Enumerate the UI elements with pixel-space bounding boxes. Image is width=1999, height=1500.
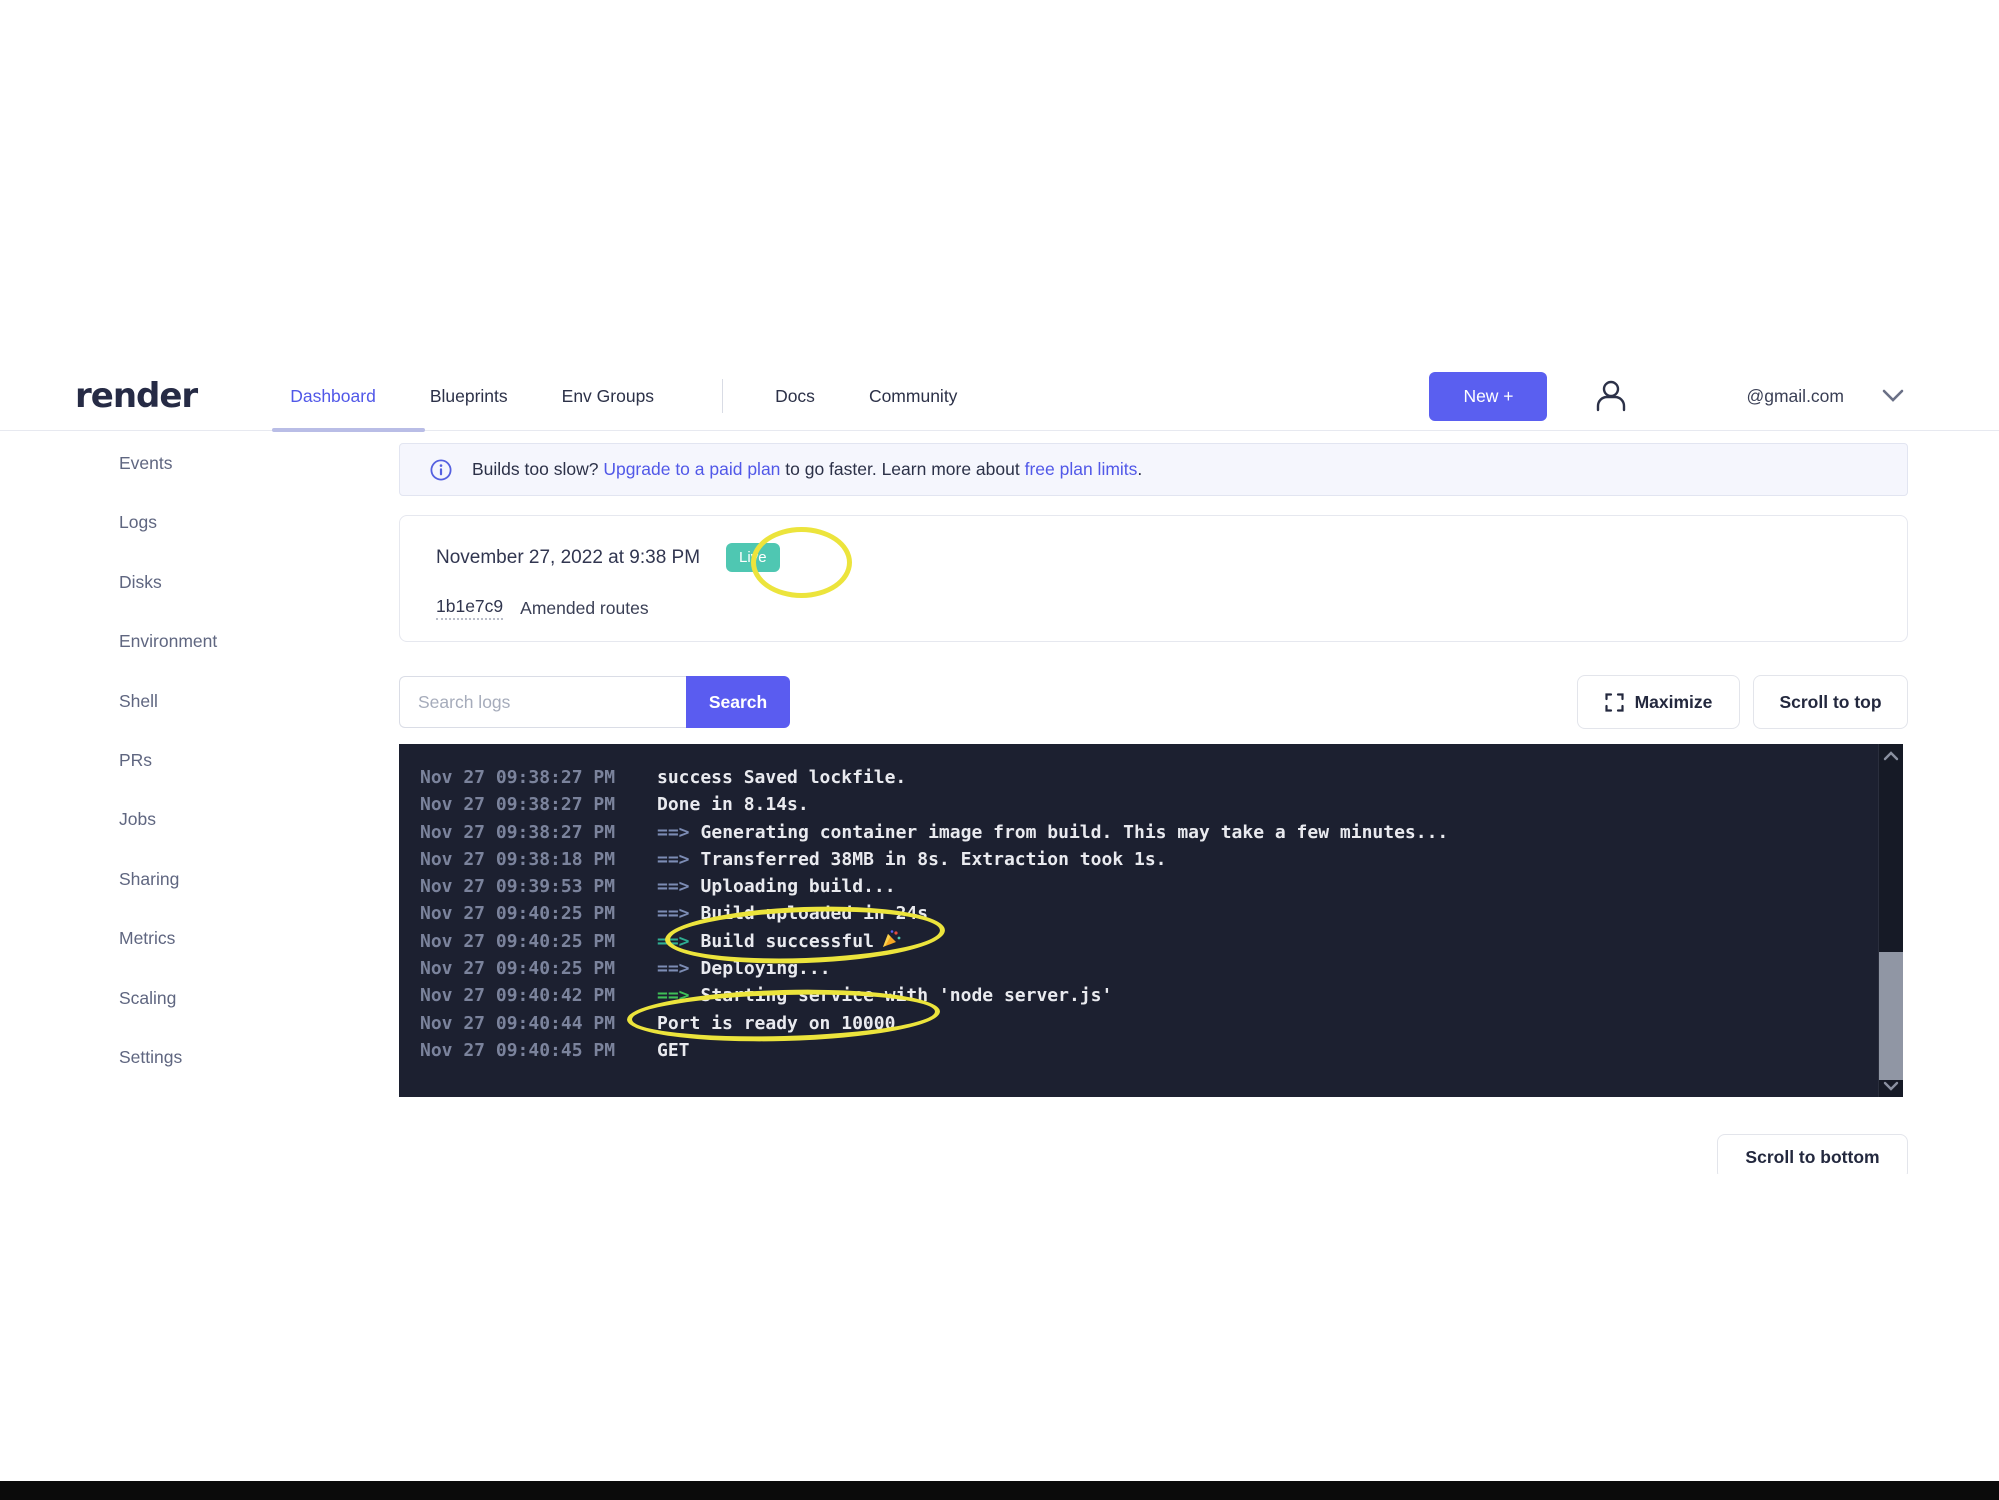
commit-hash-link[interactable]: 1b1e7c9 [436,596,503,620]
scrollbar-up-icon[interactable] [1883,751,1899,761]
scrollbar-down-icon[interactable] [1883,1081,1899,1091]
logs-toolbar: Search Maximize Scroll to top [399,675,1908,729]
nav-link-dashboard[interactable]: Dashboard [290,386,376,407]
log-line-build-successful: Nov 27 09:40:25 PM==>Build successful [420,928,1903,955]
scroll-to-top-button[interactable]: Scroll to top [1753,675,1908,729]
nav-link-community[interactable]: Community [869,386,958,407]
upgrade-banner: Builds too slow? Upgrade to a paid plan … [399,443,1908,496]
nav-link-docs[interactable]: Docs [775,386,815,407]
scrollbar-thumb[interactable] [1879,952,1903,1080]
search-button[interactable]: Search [686,676,790,728]
deploy-header-row: November 27, 2022 at 9:38 PM Live [436,543,1907,572]
account-email[interactable]: @gmail.com [1746,386,1844,407]
deploy-timestamp: November 27, 2022 at 9:38 PM [436,547,700,569]
sidebar-item-metrics[interactable]: Metrics [119,909,329,968]
deploy-card: November 27, 2022 at 9:38 PM Live 1b1e7c… [399,515,1908,642]
main-content: Builds too slow? Upgrade to a paid plan … [399,443,1908,1174]
log-line: Nov 27 09:38:27 PMDone in 8.14s. [420,791,1903,818]
deploy-commit-row: 1b1e7c9 Amended routes [436,596,1907,620]
sidebar-item-events[interactable]: Events [119,434,329,493]
log-line: Nov 27 09:40:25 PM==>Deploying... [420,955,1903,982]
service-sidebar: Events Logs Disks Environment Shell PRs … [119,434,329,1087]
search-logs-input[interactable] [399,676,686,728]
user-avatar-icon[interactable] [1592,377,1630,415]
log-line: Nov 27 09:40:45 PMGET [420,1037,1903,1064]
banner-text: Builds too slow? Upgrade to a paid plan … [472,459,1142,480]
commit-message: Amended routes [520,598,648,619]
log-line: Nov 27 09:38:18 PM==>Transferred 38MB in… [420,846,1903,873]
nav-link-blueprints[interactable]: Blueprints [430,386,508,407]
log-line: Nov 27 09:40:42 PM==>Starting service wi… [420,982,1903,1009]
scroll-bottom-container: Scroll to bottom [399,1134,1908,1174]
sidebar-item-scaling[interactable]: Scaling [119,969,329,1028]
scroll-to-bottom-button[interactable]: Scroll to bottom [1717,1134,1908,1174]
info-icon [430,459,452,481]
top-navbar: render Dashboard Blueprints Env Groups D… [0,362,1999,431]
new-button[interactable]: New + [1429,372,1547,421]
chevron-down-icon[interactable] [1882,389,1904,403]
render-dashboard-page: render Dashboard Blueprints Env Groups D… [0,0,1999,1500]
free-plan-limits-link[interactable]: free plan limits [1025,459,1138,479]
log-terminal: Nov 27 09:38:27 PMsuccess Saved lockfile… [399,744,1903,1097]
maximize-icon [1605,693,1624,712]
upgrade-plan-link[interactable]: Upgrade to a paid plan [603,459,780,479]
sidebar-item-shell[interactable]: Shell [119,672,329,731]
nav-divider [722,379,723,413]
active-tab-indicator [272,428,425,432]
log-line: Nov 27 09:40:25 PM==>Build uploaded in 2… [420,900,1903,927]
terminal-scrollbar[interactable] [1878,744,1903,1097]
sidebar-item-logs[interactable]: Logs [119,493,329,552]
sidebar-item-environment[interactable]: Environment [119,612,329,671]
sidebar-item-jobs[interactable]: Jobs [119,790,329,849]
sidebar-item-disks[interactable]: Disks [119,553,329,612]
nav-link-env-groups[interactable]: Env Groups [562,386,654,407]
log-line: Nov 27 09:39:53 PM==>Uploading build... [420,873,1903,900]
party-popper-icon [880,929,901,950]
logs-toolbar-right: Maximize Scroll to top [1577,675,1908,729]
sidebar-item-prs[interactable]: PRs [119,731,329,790]
log-line-port-ready: Nov 27 09:40:44 PMPort is ready on 10000 [420,1010,1903,1037]
render-logo: render [75,376,197,416]
sidebar-item-sharing[interactable]: Sharing [119,850,329,909]
navbar-right: New + @gmail.com [1429,372,1904,421]
maximize-button[interactable]: Maximize [1577,675,1740,729]
sidebar-item-settings[interactable]: Settings [119,1028,329,1087]
primary-nav: Dashboard Blueprints Env Groups Docs Com… [290,379,1011,413]
live-status-badge: Live [726,543,780,572]
log-line: Nov 27 09:38:27 PM==>Generating containe… [420,819,1903,846]
log-line: Nov 27 09:38:27 PMsuccess Saved lockfile… [420,764,1903,791]
bottom-edge-bar [0,1481,1999,1500]
